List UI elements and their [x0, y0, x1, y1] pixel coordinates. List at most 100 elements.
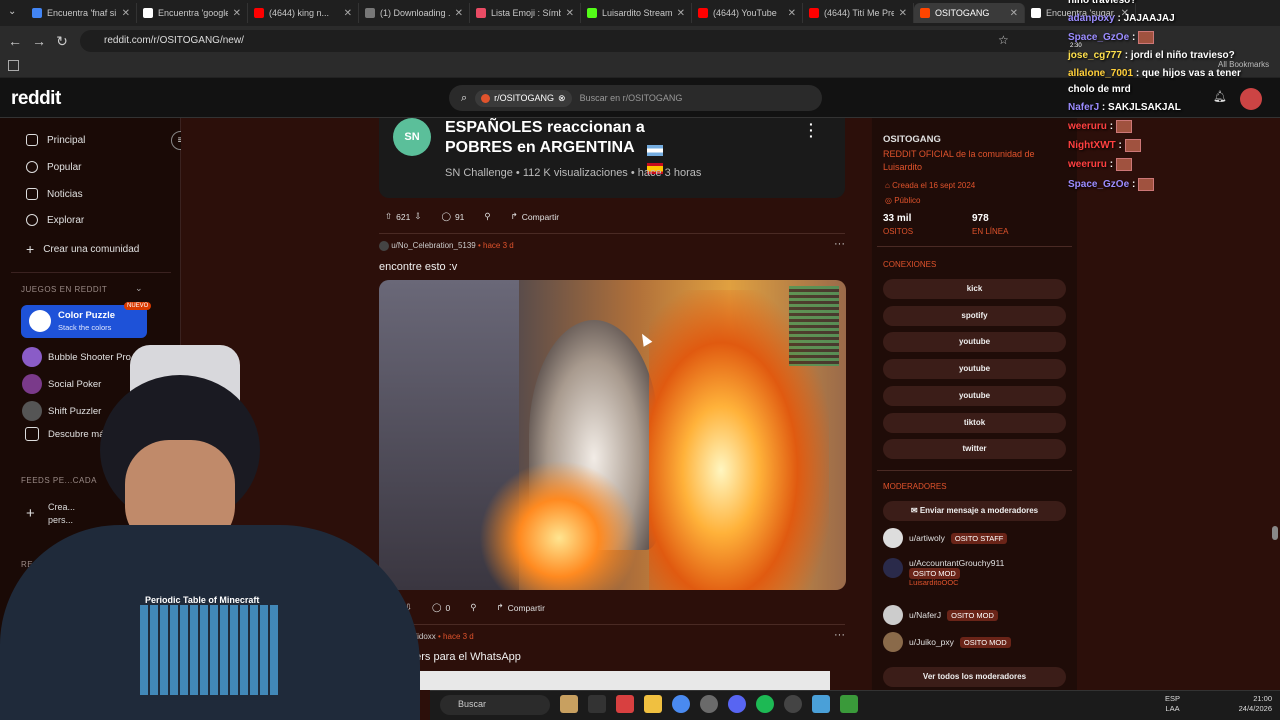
apps-grid-icon[interactable]	[8, 60, 19, 71]
close-tab-icon[interactable]: ✕	[899, 8, 907, 19]
nav-create-community[interactable]: + Crear una comunidad	[26, 241, 139, 257]
avatar[interactable]	[1240, 88, 1262, 110]
chat-username[interactable]: weeruru	[1068, 121, 1107, 132]
author-avatar[interactable]	[379, 241, 389, 251]
mod-row[interactable]: u/NaferJ OSITO MOD	[883, 605, 998, 625]
post2-more-icon[interactable]: ···	[834, 238, 845, 250]
tab-title: OSITOGANG	[935, 8, 990, 18]
share-button[interactable]: ↱ Compartir	[490, 599, 550, 616]
chat-username[interactable]: NaferJ	[1068, 102, 1099, 113]
award-button[interactable]: ⚲	[478, 208, 496, 225]
connection-link[interactable]: youtube	[883, 332, 1066, 353]
browser-tab[interactable]: OSITOGANG ✕	[914, 3, 1025, 23]
connection-link[interactable]: tiktok	[883, 412, 1066, 433]
clock[interactable]: 21:00 24/4/2026	[1236, 694, 1272, 714]
taskbar-app-icon[interactable]	[560, 695, 578, 713]
mod-row[interactable]: u/artiwoly OSITO STAFF	[883, 528, 1008, 548]
close-tab-icon[interactable]: ✕	[455, 8, 463, 19]
award-button[interactable]: ⚲	[464, 599, 482, 616]
url-input[interactable]: reddit.com/r/OSITOGANG/new/	[80, 30, 1080, 52]
chrome-icon[interactable]	[672, 695, 690, 713]
mod-flair: OSITO MOD	[947, 609, 998, 621]
browser-tab[interactable]: Luisardito Stream... ✕	[581, 3, 692, 23]
browser-tab[interactable]: (1) Downloading ... ✕	[359, 3, 470, 23]
community-search-chip[interactable]: r/OSITOGANG ⊗	[475, 89, 572, 107]
taskbar-search[interactable]: Buscar	[440, 695, 550, 715]
chat-username[interactable]: Space_GzOe	[1068, 32, 1129, 43]
chat-username[interactable]: NightXWT	[1068, 140, 1116, 151]
spotify-icon[interactable]	[756, 695, 774, 713]
taskbar-app-icon[interactable]	[616, 695, 634, 713]
comments-button[interactable]: ◯ 0	[426, 599, 456, 616]
browser-tab[interactable]: Lista Emoji : Símb... ✕	[470, 3, 581, 23]
games-header[interactable]: JUEGOS EN REDDIT	[21, 285, 107, 294]
chat-username[interactable]: weeruru	[1068, 159, 1107, 170]
reddit-logo[interactable]: reddit	[11, 88, 61, 110]
discord-icon[interactable]	[728, 695, 746, 713]
close-tab-icon[interactable]: ✕	[1010, 8, 1018, 19]
divider	[877, 470, 1072, 471]
view-all-mods-button[interactable]: Ver todos los moderadores	[883, 667, 1066, 687]
close-tab-icon[interactable]: ✕	[233, 8, 241, 19]
connection-link[interactable]: youtube	[883, 385, 1066, 406]
forward-icon[interactable]: →	[31, 33, 47, 49]
connection-link[interactable]: twitter	[883, 439, 1066, 460]
tab-search-icon[interactable]: ⌄	[8, 6, 16, 17]
post3-image[interactable]	[420, 671, 830, 690]
divider	[379, 233, 845, 234]
chat-username[interactable]: allalone_7001	[1068, 68, 1133, 79]
plus-icon: +	[26, 241, 35, 257]
chat-username[interactable]: adanpoxy	[1068, 13, 1115, 24]
mod-row[interactable]: u/AccountantGrouchy911 OSITO MOD Luisard…	[883, 558, 1004, 587]
taskbar-app-icon[interactable]	[784, 695, 802, 713]
connection-link[interactable]: youtube	[883, 359, 1066, 380]
bookmark-star-icon[interactable]: ☆	[998, 33, 1009, 47]
notifications-icon[interactable]: 🔔︎	[1213, 90, 1227, 103]
browser-tab[interactable]: (4644) Tití Me Pre... ✕	[803, 3, 914, 23]
clear-chip-icon[interactable]: ⊗	[558, 93, 566, 104]
nav-principal[interactable]: Principal	[26, 134, 85, 146]
post2-title[interactable]: encontre esto :v	[379, 261, 457, 273]
close-tab-icon[interactable]: ✕	[566, 8, 574, 19]
share-button[interactable]: ↱ Compartir	[505, 208, 565, 225]
nav-explorar[interactable]: Explorar	[26, 214, 84, 226]
divider	[877, 246, 1072, 247]
browser-tab[interactable]: (4644) YouTube ✕	[692, 3, 803, 23]
scrollbar-thumb[interactable]	[1272, 526, 1278, 540]
favicon-icon	[32, 8, 42, 18]
taskbar-app-icon[interactable]	[700, 695, 718, 713]
browser-tab[interactable]: (4644) king n... ✕	[248, 3, 359, 23]
nav-popular[interactable]: Popular	[26, 161, 81, 173]
post3-more-icon[interactable]: ···	[834, 629, 845, 641]
close-tab-icon[interactable]: ✕	[344, 8, 352, 19]
chevron-down-icon[interactable]: ⌄	[135, 283, 143, 294]
connection-link[interactable]: spotify	[883, 305, 1066, 326]
chat-username[interactable]: jose_cg777	[1068, 50, 1122, 61]
taskbar-app-icon[interactable]	[588, 695, 606, 713]
comments-button[interactable]: ◯ 91	[435, 208, 470, 225]
post2-author[interactable]: u/No_Celebration_5139	[391, 241, 476, 250]
post2-image[interactable]	[379, 280, 846, 590]
vote-control[interactable]: ⇧ 621 ⇩	[379, 208, 427, 225]
online-count: 978	[972, 213, 989, 224]
downvote-icon[interactable]: ⇩	[414, 211, 421, 222]
search-input[interactable]: ⌕ r/OSITOGANG ⊗ Buscar en r/OSITOGANG	[449, 85, 822, 111]
close-tab-icon[interactable]: ✕	[677, 8, 685, 19]
reload-icon[interactable]: ↻	[54, 33, 70, 50]
nav-noticias[interactable]: Noticias	[26, 188, 83, 200]
browser-tab[interactable]: Encuentra 'google... ✕	[137, 3, 248, 23]
browser-tab[interactable]: Encuentra 'fnaf si... ✕	[26, 3, 137, 23]
upvote-icon[interactable]: ⇧	[385, 211, 392, 222]
connection-link[interactable]: kick	[883, 279, 1066, 299]
taskbar-app-icon[interactable]	[812, 695, 830, 713]
close-tab-icon[interactable]: ✕	[788, 8, 796, 19]
close-tab-icon[interactable]: ✕	[122, 8, 130, 19]
chat-username[interactable]: Space_GzOe	[1068, 179, 1129, 190]
mod-row[interactable]: u/Juiko_pxy OSITO MOD	[883, 632, 1011, 652]
back-icon[interactable]: ←	[7, 33, 23, 49]
taskbar-app-icon[interactable]	[840, 695, 858, 713]
folder-icon[interactable]	[644, 695, 662, 713]
message-mods-button[interactable]: ✉ Enviar mensaje a moderadores	[883, 501, 1066, 521]
language-indicator[interactable]: ESP LAA	[1165, 694, 1180, 714]
video-more-icon[interactable]: · · ·	[809, 117, 814, 143]
